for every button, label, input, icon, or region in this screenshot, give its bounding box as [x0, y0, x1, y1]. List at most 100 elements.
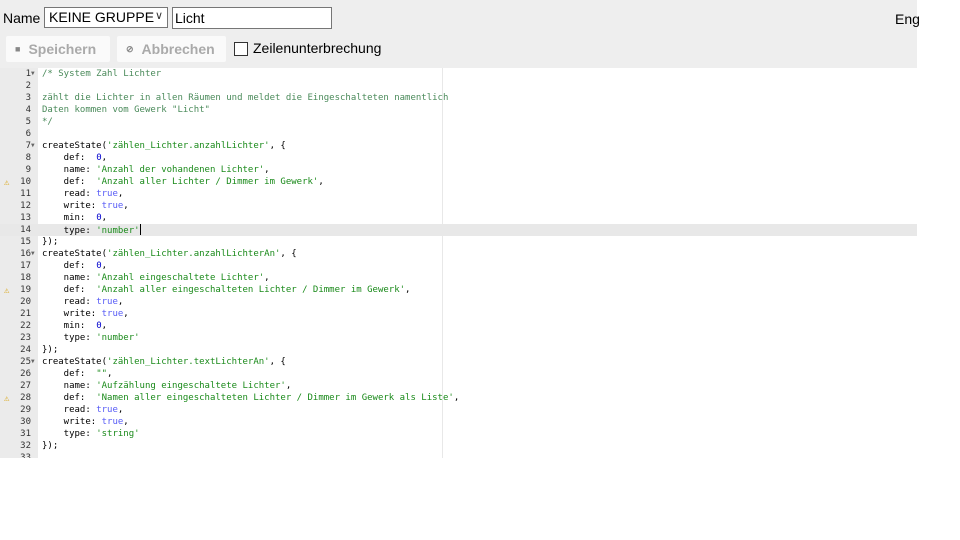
- code-line[interactable]: 9 name: 'Anzahl der vohandenen Lichter',: [0, 164, 917, 176]
- group-select[interactable]: KEINE GRUPPE ∨: [44, 7, 168, 28]
- code-line[interactable]: 10 ⚠ def: 'Anzahl aller Lichter / Dimmer …: [0, 176, 917, 188]
- header-bar: Name KEINE GRUPPE∨ Eng ■ Speichern ⊘ Abbre…: [0, 0, 920, 68]
- code-line[interactable]: 18 name: 'Anzahl eingeschaltete Lichter'…: [0, 272, 917, 284]
- code-token: type:: [42, 429, 97, 439]
- code-token: read:: [42, 297, 97, 307]
- language-label[interactable]: Eng: [895, 11, 920, 27]
- fold-icon[interactable]: ▼: [31, 356, 35, 368]
- chevron-down-icon: ∨: [154, 10, 163, 22]
- code-line[interactable]: 21 write: true,: [0, 308, 917, 320]
- code-token: true: [101, 309, 124, 319]
- code-token: ,: [101, 261, 108, 271]
- code-token: ,: [117, 297, 124, 307]
- save-button[interactable]: ■ Speichern: [6, 36, 110, 62]
- code-line[interactable]: 24});: [0, 344, 917, 356]
- code-line[interactable]: 20 read: true,: [0, 296, 917, 308]
- code-line[interactable]: 11 read: true,: [0, 188, 917, 200]
- code-text: type: 'number': [42, 332, 140, 344]
- code-text: name: 'Aufzählung eingeschaltete Lichter…: [42, 380, 292, 392]
- name-label: Name: [3, 10, 41, 26]
- code-line[interactable]: 30 write: true,: [0, 416, 917, 428]
- code-line[interactable]: 33: [0, 452, 917, 458]
- code-text: read: true,: [42, 296, 124, 308]
- code-line[interactable]: 17 def: 0,: [0, 260, 917, 272]
- code-token: true: [101, 417, 124, 427]
- code-token: true: [96, 297, 118, 307]
- cancel-button[interactable]: ⊘ Abbrechen: [117, 36, 226, 62]
- code-line[interactable]: 26 def: "",: [0, 368, 917, 380]
- code-line[interactable]: 6: [0, 128, 917, 140]
- code-token: def:: [42, 153, 97, 163]
- code-token: def:: [42, 261, 97, 271]
- code-token: type:: [42, 333, 97, 343]
- code-token: ,: [117, 405, 124, 415]
- line-number: 22: [20, 321, 31, 331]
- code-token: min:: [42, 321, 97, 331]
- code-line[interactable]: 31 type: 'string': [0, 428, 917, 440]
- line-number: 15: [20, 237, 31, 247]
- code-text: name: 'Anzahl der vohandenen Lichter',: [42, 164, 270, 176]
- code-line[interactable]: 29 read: true,: [0, 404, 917, 416]
- line-number: 24: [20, 345, 31, 355]
- code-token: true: [96, 405, 118, 415]
- line-number: 16: [20, 249, 31, 259]
- code-token: createState(: [42, 357, 108, 367]
- line-number: 3: [25, 93, 31, 103]
- line-number: 21: [20, 309, 31, 319]
- code-text: createState('zählen_Lichter.textLichterA…: [42, 356, 286, 368]
- code-line[interactable]: 28 ⚠ def: 'Namen aller eingeschalteten Li…: [0, 392, 917, 404]
- code-text: });: [42, 236, 58, 248]
- code-line[interactable]: 12 write: true,: [0, 200, 917, 212]
- code-token: ,: [285, 381, 292, 391]
- code-token: ,: [123, 309, 129, 319]
- code-line[interactable]: 32});: [0, 440, 917, 452]
- code-token: name:: [42, 165, 97, 175]
- code-token: 'Anzahl eingeschaltete Lichter': [96, 273, 265, 283]
- code-line[interactable]: 5 */: [0, 116, 917, 128]
- code-token: true: [96, 189, 118, 199]
- code-text: });: [42, 440, 58, 452]
- code-token: def:: [42, 177, 97, 187]
- code-token: def:: [42, 369, 97, 379]
- code-token: 'number': [96, 333, 140, 343]
- code-line[interactable]: 16 ▼ createState('zählen_Lichter.anzahlLic…: [0, 248, 917, 260]
- code-line[interactable]: 25 ▼ createState('zählen_Lichter.textLicht…: [0, 356, 917, 368]
- code-token: 'Anzahl aller Lichter / Dimmer im Gewerk…: [96, 177, 319, 187]
- code-token: ,: [101, 153, 108, 163]
- code-line[interactable]: 4 Daten kommen vom Gewerk "Licht": [0, 104, 917, 116]
- code-line[interactable]: 3 zählt die Lichter in allen Räumen und m…: [0, 92, 917, 104]
- code-line[interactable]: 27 name: 'Aufzählung eingeschaltete Lich…: [0, 380, 917, 392]
- code-line[interactable]: 19 ⚠ def: 'Anzahl aller eingeschalteten L…: [0, 284, 917, 296]
- code-token: 'zählen_Lichter.anzahlLichter': [107, 141, 270, 151]
- code-token: min:: [42, 213, 97, 223]
- code-text: def: 'Namen aller eingeschalteten Lichte…: [42, 392, 460, 404]
- line-wrap-checkbox[interactable]: [234, 42, 248, 56]
- fold-icon[interactable]: ▼: [31, 248, 35, 260]
- code-line[interactable]: 1 ▼ /* System Zahl Lichter: [0, 68, 917, 80]
- line-number: 26: [20, 369, 31, 379]
- line-number: 7: [25, 141, 31, 151]
- code-token: /* System Zahl Lichter: [42, 69, 162, 79]
- code-token: true: [101, 201, 124, 211]
- code-token: ,: [318, 177, 324, 187]
- code-token: Daten kommen vom Gewerk "Licht": [42, 105, 210, 115]
- code-editor[interactable]: 1 ▼/* System Zahl Lichter 2 3 zählt die Lich…: [0, 68, 917, 458]
- fold-icon[interactable]: ▼: [31, 140, 35, 152]
- code-line[interactable]: 14 type: 'number': [0, 224, 917, 236]
- code-line[interactable]: 22 min: 0,: [0, 320, 917, 332]
- line-wrap-label[interactable]: Zeilenunterbrechung: [253, 40, 381, 56]
- script-name-input[interactable]: [172, 7, 332, 29]
- code-text: });: [42, 344, 58, 356]
- code-line[interactable]: 13 min: 0,: [0, 212, 917, 224]
- code-line[interactable]: 2: [0, 80, 917, 92]
- code-line[interactable]: 8 def: 0,: [0, 152, 917, 164]
- line-number: 20: [20, 297, 31, 307]
- code-line[interactable]: 23 type: 'number': [0, 332, 917, 344]
- code-text: name: 'Anzahl eingeschaltete Lichter',: [42, 272, 270, 284]
- code-token: });: [42, 441, 59, 451]
- code-token: 'Namen aller eingeschalteten Lichter / D…: [96, 393, 454, 403]
- code-line[interactable]: 15});: [0, 236, 917, 248]
- fold-icon[interactable]: ▼: [31, 68, 35, 80]
- code-token: , {: [280, 249, 297, 259]
- code-line[interactable]: 7 ▼ createState('zählen_Lichter.anzahlLich…: [0, 140, 917, 152]
